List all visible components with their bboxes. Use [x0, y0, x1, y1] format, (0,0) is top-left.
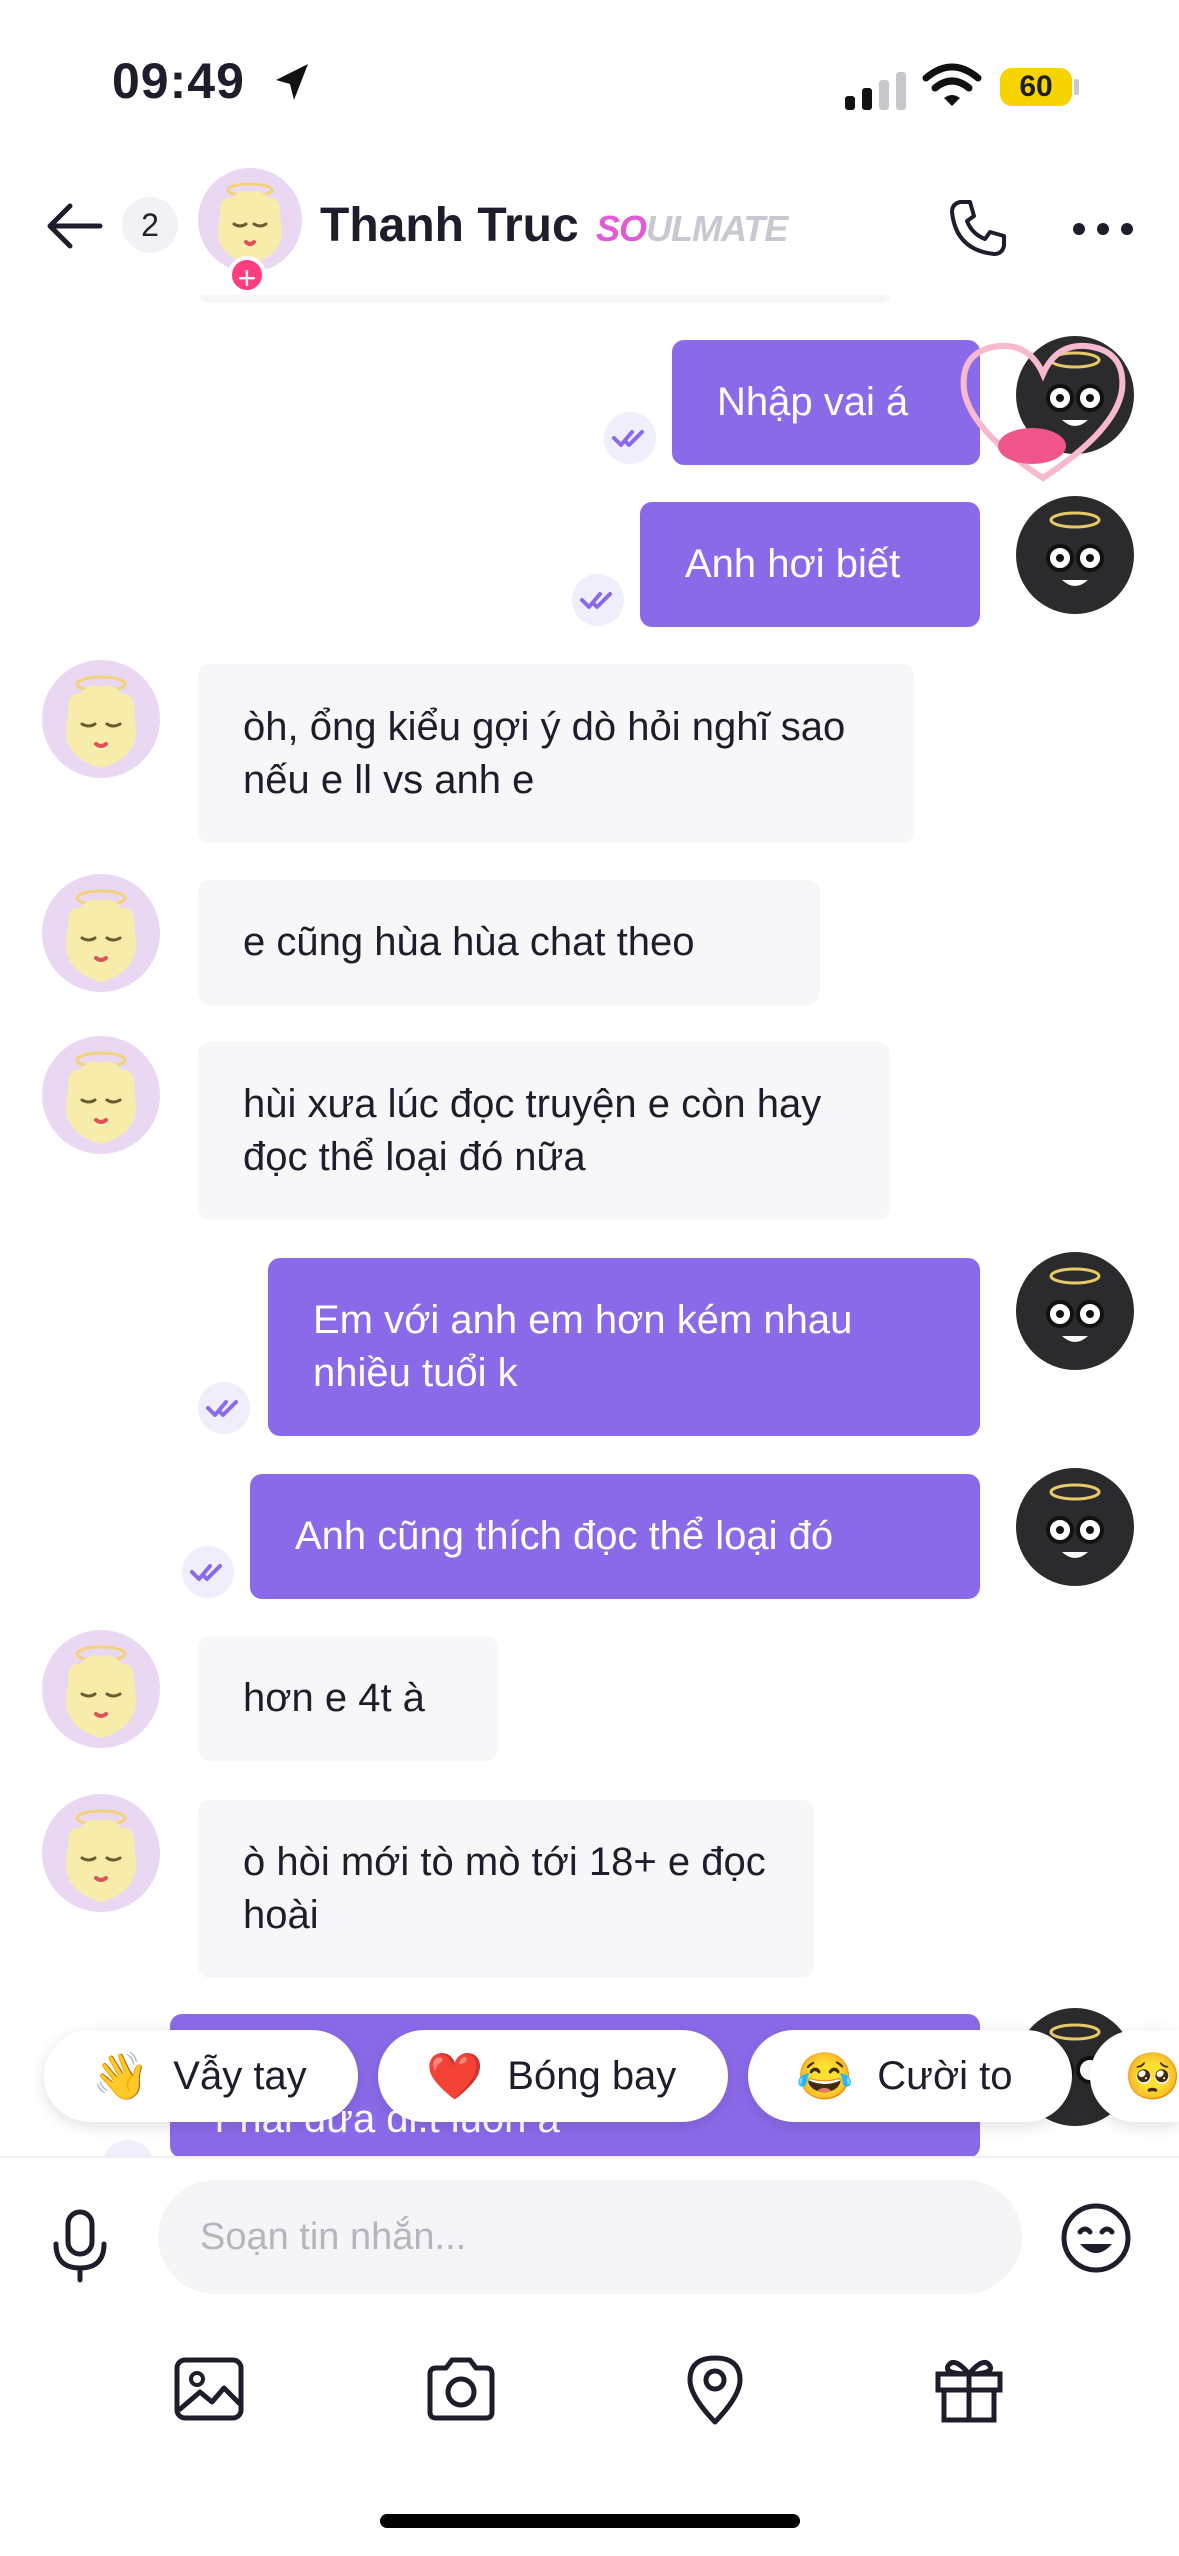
read-receipt-icon	[572, 574, 624, 626]
my-avatar[interactable]	[1016, 496, 1134, 614]
contact-avatar[interactable]	[42, 1630, 160, 1748]
quick-reaction-label: Cười to	[877, 2053, 1013, 2098]
quick-reaction-label: Vẫy tay	[173, 2053, 307, 2098]
contact-avatar[interactable]	[42, 660, 160, 778]
add-friend-badge[interactable]: +	[228, 256, 266, 296]
read-receipt-icon	[198, 1382, 250, 1434]
quick-reaction-chip[interactable]: ❤️ Bóng bay	[378, 2030, 728, 2122]
wave-emoji-icon: 👋	[92, 2049, 150, 2102]
contact-name[interactable]: Thanh Truc	[320, 198, 579, 253]
message-bubble-incoming[interactable]: hơn e 4t à	[198, 1636, 498, 1761]
quick-reaction-chip[interactable]: 😂 Cười to	[748, 2030, 1072, 2122]
quick-reaction-chip[interactable]: 👋 Vẫy tay	[44, 2030, 358, 2122]
message-bubble-outgoing[interactable]: Em với anh em hơn kém nhau nhiều tuổi k	[268, 1258, 980, 1436]
message-bubble-outgoing[interactable]: Anh hơi biết	[640, 502, 980, 627]
read-receipt-icon	[604, 412, 656, 464]
pleading-emoji-icon: 🥺	[1124, 2049, 1179, 2102]
message-bubble-incoming[interactable]: ò hòi mới tò mò tới 18+ e đọc hoài	[198, 1800, 814, 1978]
more-icon[interactable]	[1072, 222, 1134, 236]
unread-count-badge[interactable]: 2	[122, 197, 178, 253]
message-bubble-incoming[interactable]: e cũng hùa hùa chat theo	[198, 880, 820, 1005]
composer-divider	[0, 2156, 1179, 2158]
battery-cap	[1074, 79, 1079, 95]
soulmate-tag-so: SO	[596, 208, 647, 249]
message-bubble-outgoing[interactable]: Nhập vai á	[672, 340, 980, 465]
status-time: 09:49	[112, 53, 245, 109]
gift-icon[interactable]	[932, 2352, 1006, 2426]
message-bubble-incoming[interactable]: hùi xưa lúc đọc truyện e còn hay đọc thể…	[198, 1042, 890, 1220]
back-arrow-icon[interactable]	[42, 200, 106, 252]
emoji-icon[interactable]	[1060, 2202, 1132, 2274]
quick-reaction-label: Bóng bay	[507, 2053, 677, 2098]
message-bubble-outgoing[interactable]: Anh cũng thích đọc thể loại đó	[250, 1474, 980, 1599]
my-avatar[interactable]	[1016, 1468, 1134, 1586]
wifi-icon	[922, 63, 982, 106]
heart-emoji-icon: ❤️	[426, 2049, 484, 2102]
location-pin-icon[interactable]	[678, 2352, 752, 2426]
quick-reaction-chip[interactable]: 🥺	[1090, 2030, 1179, 2122]
signal-icon	[845, 70, 907, 110]
soulmate-tag-rest: ULMATE	[646, 208, 788, 249]
location-arrow-icon	[276, 64, 308, 100]
my-avatar[interactable]	[1016, 1252, 1134, 1370]
phone-icon[interactable]	[946, 196, 1010, 260]
heart-reaction-icon	[960, 342, 1126, 482]
contact-avatar[interactable]	[42, 874, 160, 992]
microphone-icon[interactable]	[50, 2208, 110, 2284]
soulmate-tag: SOULMATE	[596, 208, 788, 250]
read-receipt-icon	[182, 1546, 234, 1598]
battery-icon: 60	[1000, 68, 1072, 106]
message-bubble-incoming[interactable]: òh, ổng kiểu gợi ý dò hỏi nghĩ sao nếu e…	[198, 664, 914, 843]
previous-message-edge	[200, 295, 890, 303]
message-input[interactable]	[158, 2180, 1022, 2294]
camera-icon[interactable]	[424, 2352, 498, 2426]
contact-avatar[interactable]	[42, 1036, 160, 1154]
image-icon[interactable]	[172, 2352, 246, 2426]
laughing-emoji-icon: 😂	[796, 2049, 854, 2102]
home-indicator[interactable]	[380, 2514, 800, 2528]
contact-avatar[interactable]	[42, 1794, 160, 1912]
